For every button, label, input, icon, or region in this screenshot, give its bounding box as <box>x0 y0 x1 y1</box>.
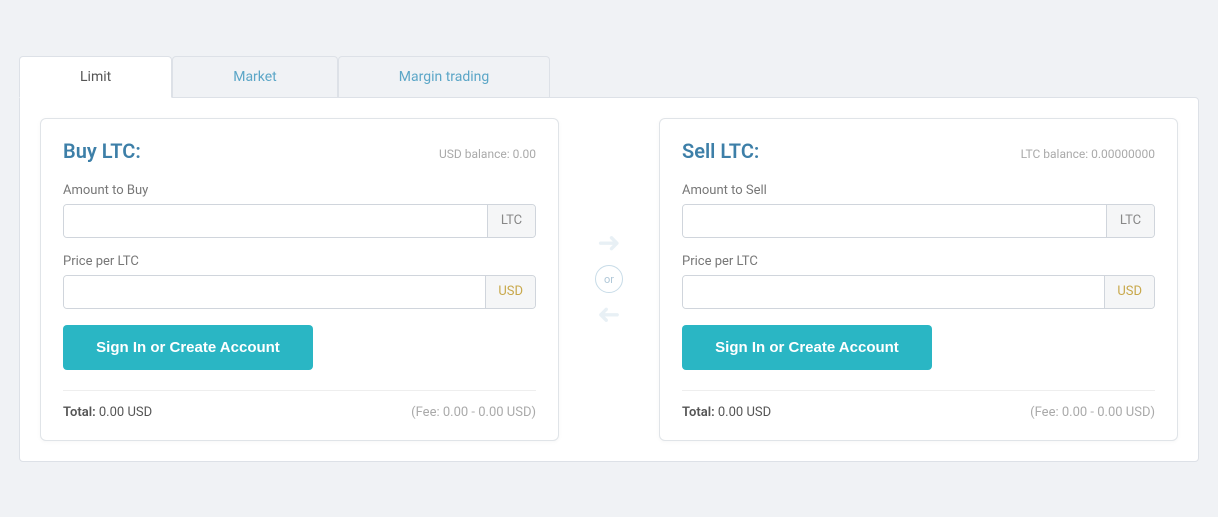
buy-panel: Buy LTC: USD balance: 0.00 Amount to Buy… <box>40 118 559 441</box>
sell-amount-suffix: LTC <box>1106 205 1154 237</box>
buy-amount-input[interactable] <box>64 205 487 237</box>
sell-price-label: Price per LTC <box>682 254 1155 269</box>
or-label: or <box>595 265 623 293</box>
sell-amount-input-group: LTC <box>682 204 1155 238</box>
tab-bar: Limit Market Margin trading <box>19 56 1199 97</box>
sell-amount-label: Amount to Sell <box>682 183 1155 198</box>
panels-divider: ➜ or ➜ <box>579 118 639 441</box>
trading-container: Limit Market Margin trading Buy LTC: USD… <box>19 56 1199 462</box>
sell-price-suffix: USD <box>1104 276 1154 308</box>
sell-amount-input[interactable] <box>683 205 1106 237</box>
tab-margin[interactable]: Margin trading <box>338 56 550 97</box>
buy-total-label: Total: 0.00 USD <box>63 405 152 420</box>
buy-sign-in-button[interactable]: Sign In or Create Account <box>63 325 313 370</box>
buy-balance: USD balance: 0.00 <box>439 147 536 161</box>
sell-panel-header: Sell LTC: LTC balance: 0.00000000 <box>682 139 1155 163</box>
arrow-left-icon: ➜ <box>597 301 620 329</box>
buy-amount-suffix: LTC <box>487 205 535 237</box>
sell-panel-title: Sell LTC: <box>682 139 759 163</box>
sell-fee-text: (Fee: 0.00 - 0.00 USD) <box>1030 405 1155 420</box>
content-area: Buy LTC: USD balance: 0.00 Amount to Buy… <box>19 97 1199 462</box>
buy-price-label: Price per LTC <box>63 254 536 269</box>
buy-price-input-group: 42.588 USD <box>63 275 536 309</box>
sell-sign-in-button[interactable]: Sign In or Create Account <box>682 325 932 370</box>
buy-price-input[interactable]: 42.588 <box>64 276 485 308</box>
sell-price-input[interactable]: 42.404 <box>683 276 1104 308</box>
buy-panel-header: Buy LTC: USD balance: 0.00 <box>63 139 536 163</box>
tab-market[interactable]: Market <box>172 56 338 97</box>
buy-total-row: Total: 0.00 USD (Fee: 0.00 - 0.00 USD) <box>63 390 536 420</box>
panels-wrapper: Buy LTC: USD balance: 0.00 Amount to Buy… <box>40 118 1178 441</box>
buy-amount-input-group: LTC <box>63 204 536 238</box>
sell-price-input-group: 42.404 USD <box>682 275 1155 309</box>
buy-panel-title: Buy LTC: <box>63 139 141 163</box>
buy-price-suffix: USD <box>485 276 535 308</box>
sell-total-label: Total: 0.00 USD <box>682 405 771 420</box>
sell-balance: LTC balance: 0.00000000 <box>1021 147 1155 161</box>
arrow-right-icon: ➜ <box>597 229 620 257</box>
sell-total-row: Total: 0.00 USD (Fee: 0.00 - 0.00 USD) <box>682 390 1155 420</box>
sell-panel: Sell LTC: LTC balance: 0.00000000 Amount… <box>659 118 1178 441</box>
tab-limit[interactable]: Limit <box>19 56 172 98</box>
buy-fee-text: (Fee: 0.00 - 0.00 USD) <box>411 405 536 420</box>
buy-amount-label: Amount to Buy <box>63 183 536 198</box>
